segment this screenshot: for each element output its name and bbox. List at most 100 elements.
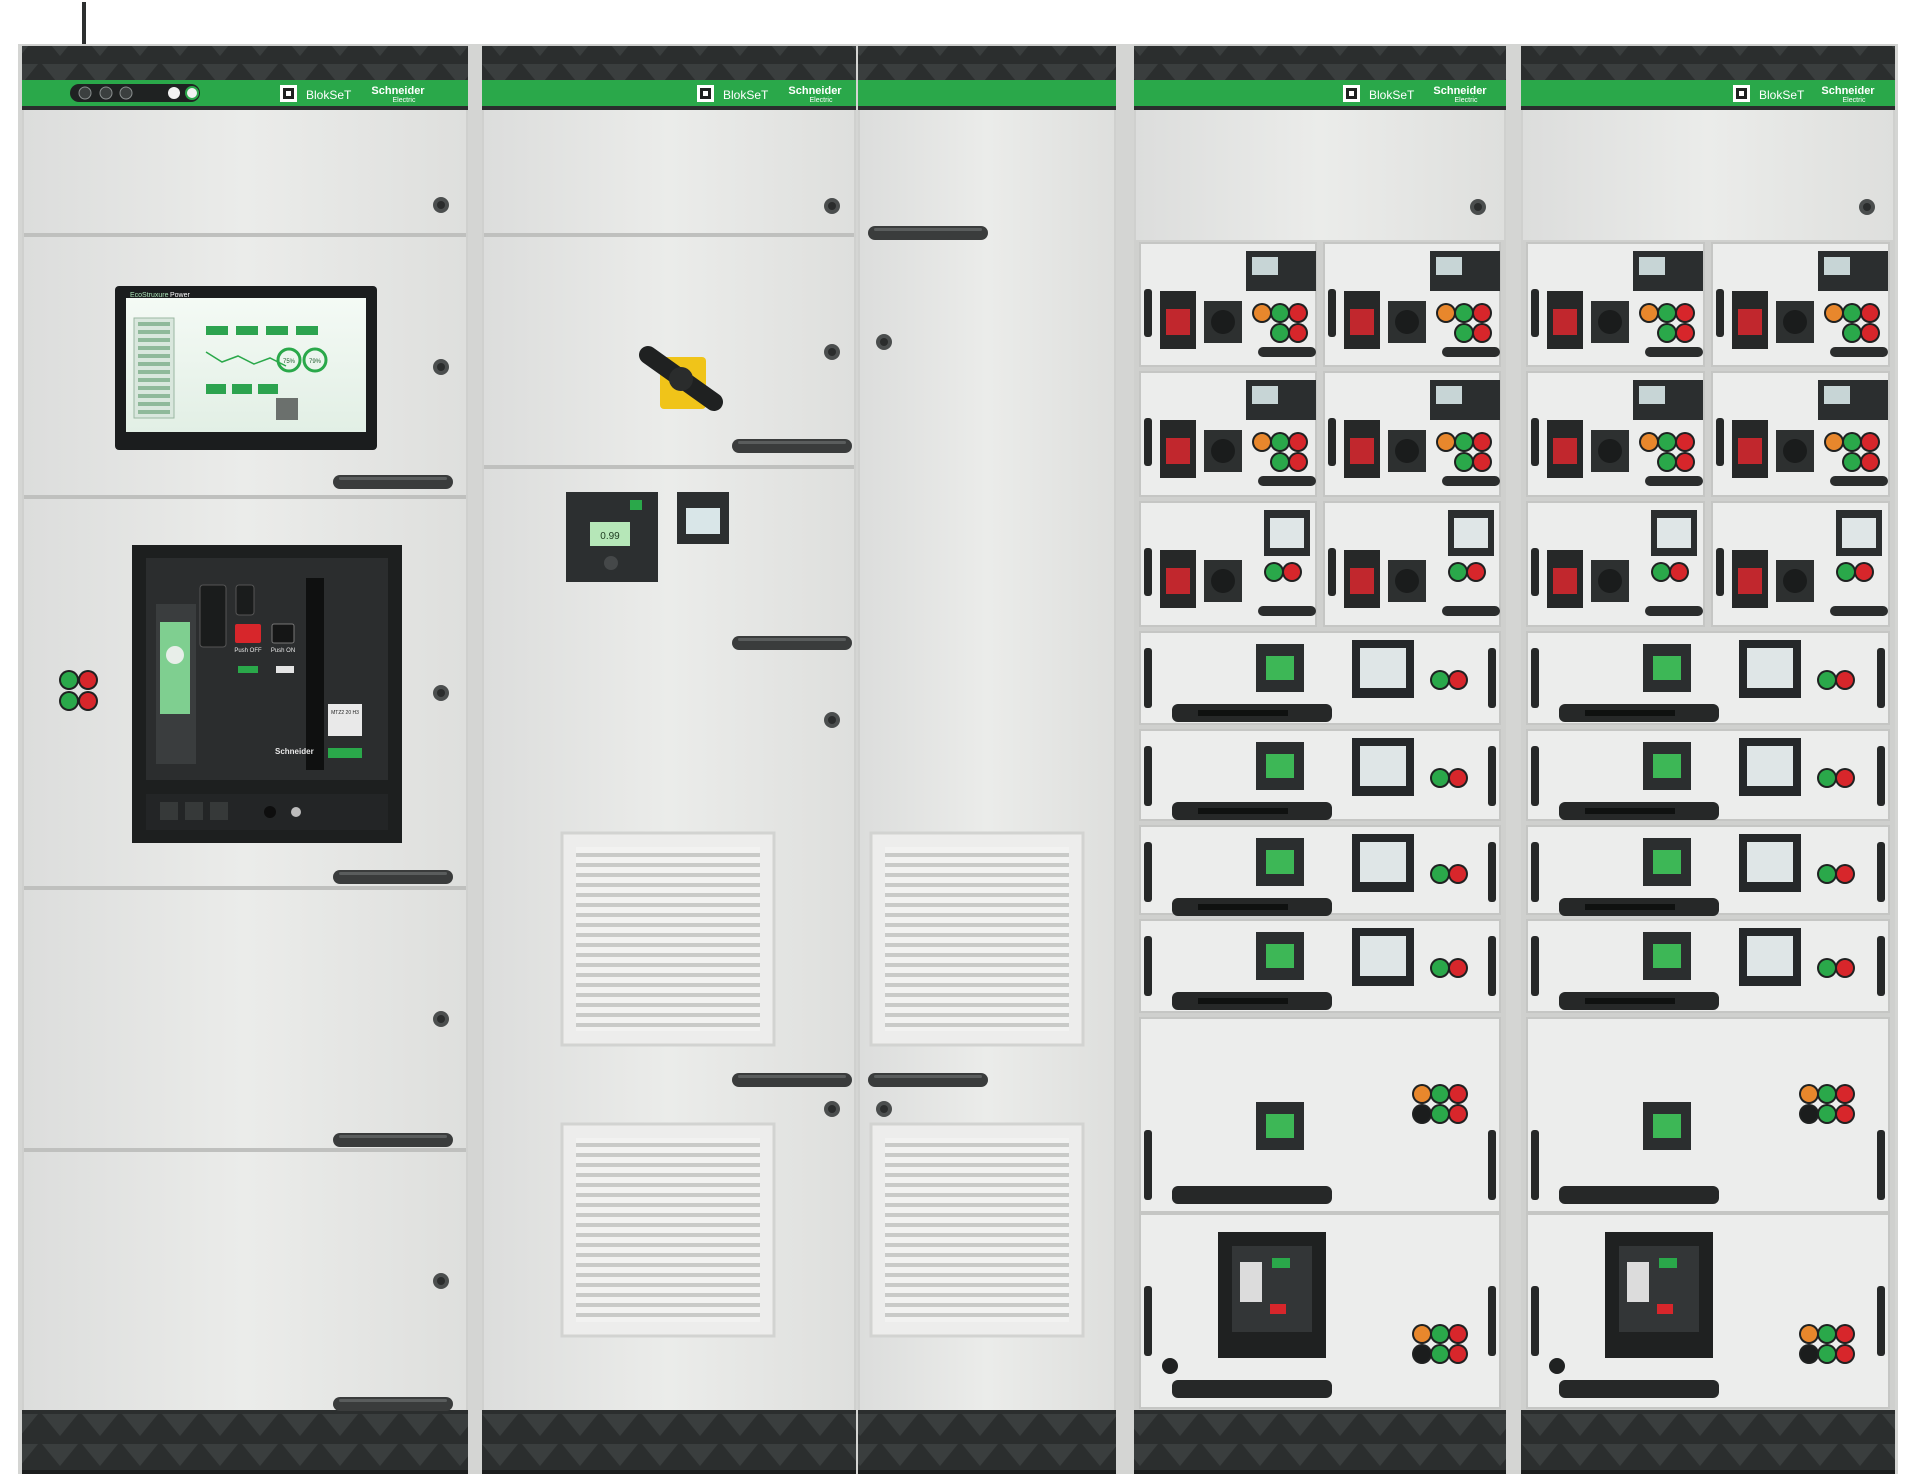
green-indicator[interactable] — [1819, 672, 1835, 688]
green-button[interactable] — [1272, 434, 1288, 450]
red-button[interactable] — [1284, 564, 1300, 580]
rack-rail[interactable] — [1172, 1186, 1332, 1204]
green-indicator[interactable] — [1819, 960, 1835, 976]
drawer-side-handle[interactable] — [1877, 842, 1885, 902]
green-button-2[interactable] — [1844, 325, 1860, 341]
rack-rail[interactable] — [1172, 1380, 1332, 1398]
red-button-2[interactable] — [1862, 454, 1878, 470]
drawer-pull-handle[interactable] — [1442, 476, 1500, 486]
red-indicator[interactable] — [1837, 770, 1853, 786]
orange-button[interactable] — [1641, 434, 1657, 450]
drive-nav-wheel[interactable] — [604, 556, 618, 570]
drawer-side-handle[interactable] — [1144, 289, 1152, 337]
red-button-2[interactable] — [1450, 1106, 1466, 1122]
drawer-side-handle[interactable] — [1877, 746, 1885, 806]
red-button[interactable] — [1474, 305, 1490, 321]
indicator-red-1[interactable] — [80, 672, 96, 688]
drawer-pull-handle[interactable] — [1645, 476, 1703, 486]
mccb-toggle[interactable] — [1270, 1304, 1286, 1314]
black-button[interactable] — [1801, 1346, 1817, 1362]
drawer-pull-handle[interactable] — [1258, 476, 1316, 486]
red-button[interactable] — [1450, 1326, 1466, 1342]
orange-button[interactable] — [1801, 1326, 1817, 1342]
orange-button[interactable] — [1801, 1086, 1817, 1102]
drawer-side-handle[interactable] — [1144, 842, 1152, 902]
red-indicator[interactable] — [1450, 672, 1466, 688]
green-button-2[interactable] — [1432, 1346, 1448, 1362]
orange-button[interactable] — [1254, 434, 1270, 450]
green-button[interactable] — [1450, 564, 1466, 580]
indicator-red-2[interactable] — [80, 693, 96, 709]
red-button[interactable] — [1671, 564, 1687, 580]
indicator-green-1[interactable] — [61, 672, 77, 688]
red-button-2[interactable] — [1290, 325, 1306, 341]
trip-unit-dial[interactable] — [166, 646, 184, 664]
green-button[interactable] — [1819, 1326, 1835, 1342]
drawer-lock-icon[interactable] — [1549, 1358, 1565, 1374]
red-button[interactable] — [1290, 434, 1306, 450]
red-button[interactable] — [1856, 564, 1872, 580]
red-button[interactable] — [1468, 564, 1484, 580]
red-button[interactable] — [1862, 305, 1878, 321]
drawer-side-handle[interactable] — [1531, 289, 1539, 337]
green-indicator[interactable] — [1432, 770, 1448, 786]
red-button-2[interactable] — [1474, 454, 1490, 470]
orange-button[interactable] — [1438, 434, 1454, 450]
red-button[interactable] — [1837, 1326, 1853, 1342]
drawer-side-handle[interactable] — [1328, 548, 1336, 596]
orange-button[interactable] — [1641, 305, 1657, 321]
green-indicator[interactable] — [1432, 672, 1448, 688]
red-button-2[interactable] — [1677, 454, 1693, 470]
green-button[interactable] — [1659, 434, 1675, 450]
red-indicator[interactable] — [1450, 866, 1466, 882]
drawer-side-handle[interactable] — [1488, 648, 1496, 708]
drawer-pull-handle[interactable] — [1830, 476, 1888, 486]
drawer-side-handle[interactable] — [1144, 648, 1152, 708]
drawer-side-handle[interactable] — [1488, 746, 1496, 806]
orange-button[interactable] — [1438, 305, 1454, 321]
green-button[interactable] — [1844, 305, 1860, 321]
red-indicator[interactable] — [1837, 960, 1853, 976]
orange-button[interactable] — [1826, 305, 1842, 321]
green-button-2[interactable] — [1456, 454, 1472, 470]
green-button-2[interactable] — [1659, 325, 1675, 341]
green-button[interactable] — [1844, 434, 1860, 450]
green-indicator[interactable] — [1432, 960, 1448, 976]
rack-rail[interactable] — [1559, 1380, 1719, 1398]
drawer-side-handle[interactable] — [1877, 1286, 1885, 1356]
black-button[interactable] — [1801, 1106, 1817, 1122]
rack-rail[interactable] — [1559, 1186, 1719, 1204]
red-button-2[interactable] — [1862, 325, 1878, 341]
orange-button[interactable] — [1826, 434, 1842, 450]
drawer-pull-handle[interactable] — [1258, 606, 1316, 616]
drawer-side-handle[interactable] — [1531, 1286, 1539, 1356]
green-button[interactable] — [1659, 305, 1675, 321]
red-button-2[interactable] — [1474, 325, 1490, 341]
red-button[interactable] — [1677, 305, 1693, 321]
drawer-side-handle[interactable] — [1716, 289, 1724, 337]
drawer-side-handle[interactable] — [1488, 1286, 1496, 1356]
drawer-side-handle[interactable] — [1531, 746, 1539, 806]
push-on-button[interactable] — [271, 623, 295, 644]
orange-button[interactable] — [1414, 1086, 1430, 1102]
drawer-side-handle[interactable] — [1144, 1286, 1152, 1356]
green-button[interactable] — [1272, 305, 1288, 321]
red-button-2[interactable] — [1837, 1106, 1853, 1122]
drawer-pull-handle[interactable] — [1442, 347, 1500, 357]
mccb-toggle[interactable] — [1657, 1304, 1673, 1314]
green-indicator[interactable] — [1819, 866, 1835, 882]
green-button[interactable] — [1456, 305, 1472, 321]
black-button[interactable] — [1414, 1106, 1430, 1122]
green-button[interactable] — [1432, 1326, 1448, 1342]
drawer-side-handle[interactable] — [1144, 936, 1152, 996]
drawer-side-handle[interactable] — [1716, 548, 1724, 596]
drawer-side-handle[interactable] — [1531, 648, 1539, 708]
drawer-side-handle[interactable] — [1144, 548, 1152, 596]
red-button[interactable] — [1677, 434, 1693, 450]
green-indicator[interactable] — [1432, 866, 1448, 882]
drawer-pull-handle[interactable] — [1258, 347, 1316, 357]
drawer-side-handle[interactable] — [1488, 936, 1496, 996]
drawer-pull-handle[interactable] — [1830, 347, 1888, 357]
red-indicator[interactable] — [1450, 960, 1466, 976]
drawer-pull-handle[interactable] — [1442, 606, 1500, 616]
